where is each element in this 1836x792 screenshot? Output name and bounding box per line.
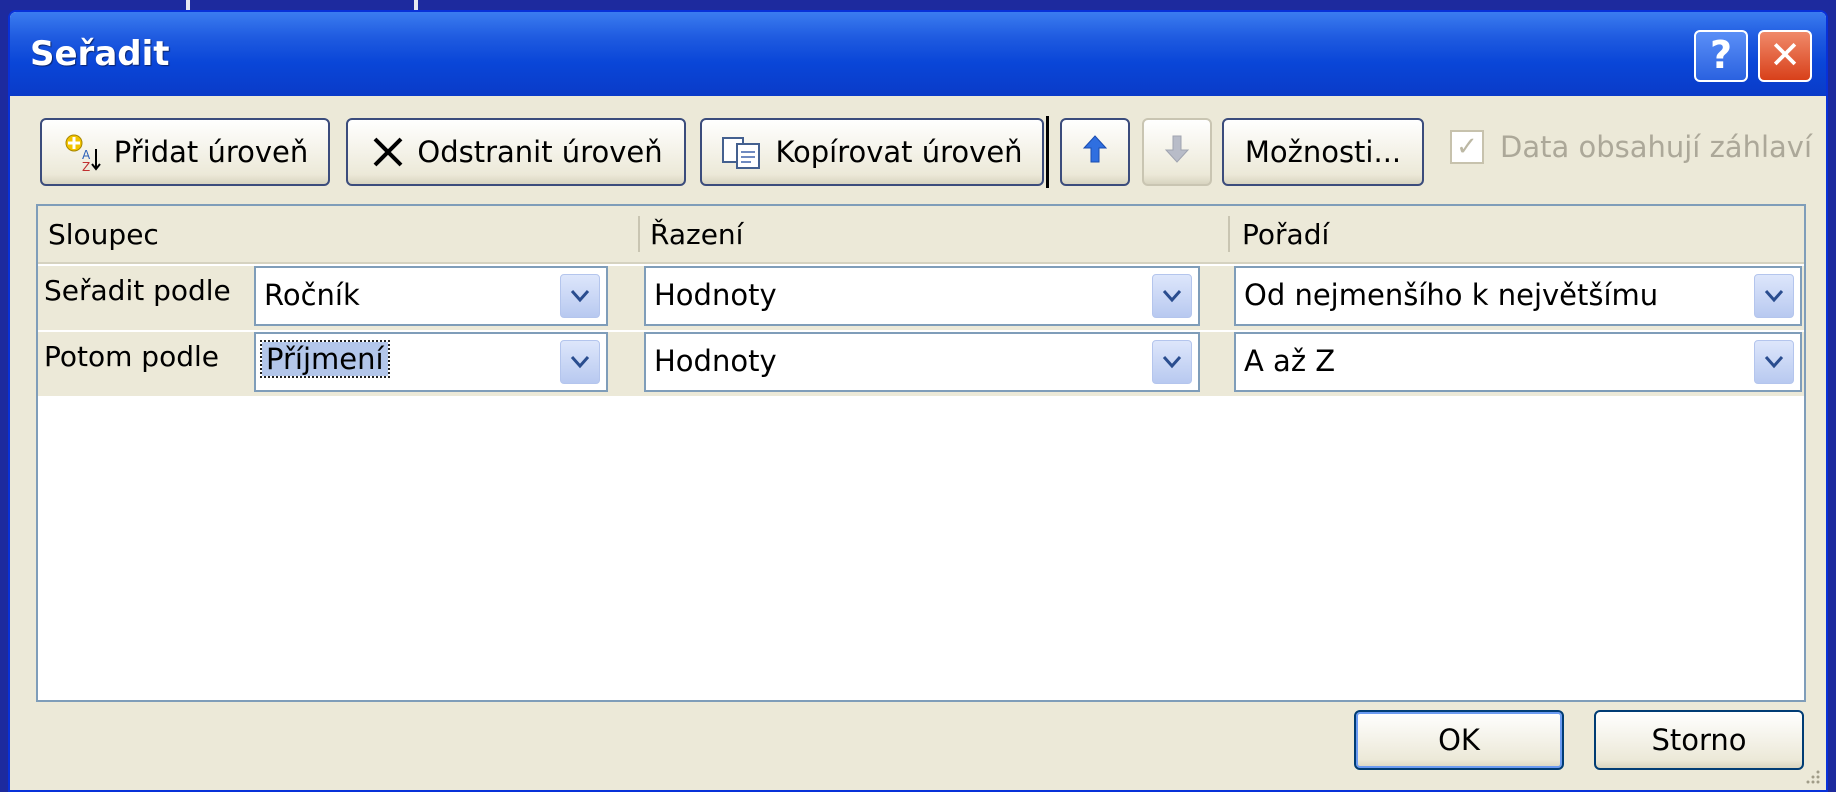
- help-button[interactable]: ?: [1694, 30, 1748, 82]
- delete-level-button[interactable]: Odstranit úroveň: [346, 118, 686, 186]
- row-label: Potom podle: [44, 340, 219, 373]
- sort-level-row[interactable]: Potom podle Příjmení Hodnoty A až Z: [38, 332, 1804, 396]
- order-select[interactable]: Od nejmenšího k největšímu: [1234, 266, 1802, 326]
- order-select[interactable]: A až Z: [1234, 332, 1802, 392]
- copy-icon: [721, 134, 765, 170]
- column-header-column: Sloupec: [48, 218, 159, 251]
- chevron-down-icon[interactable]: [1754, 274, 1794, 318]
- add-level-button[interactable]: A Z Přidat úroveň: [40, 118, 330, 186]
- column-divider[interactable]: [1228, 216, 1230, 252]
- order-select-value: A až Z: [1244, 344, 1336, 378]
- chevron-down-icon[interactable]: [560, 340, 600, 384]
- window-title: Seřadit: [30, 34, 170, 74]
- title-bar[interactable]: Seřadit ? ✕: [10, 12, 1826, 96]
- cancel-button[interactable]: Storno: [1594, 710, 1804, 770]
- resize-grip-icon[interactable]: [1802, 766, 1822, 786]
- ok-label: OK: [1438, 723, 1480, 757]
- sort-on-select[interactable]: Hodnoty: [644, 332, 1200, 392]
- sort-on-select-value: Hodnoty: [654, 344, 777, 378]
- chevron-down-icon[interactable]: [560, 274, 600, 318]
- sort-on-select[interactable]: Hodnoty: [644, 266, 1200, 326]
- ok-button[interactable]: OK: [1354, 710, 1564, 770]
- column-select[interactable]: Ročník: [254, 266, 608, 326]
- chevron-down-icon[interactable]: [1152, 340, 1192, 384]
- options-button[interactable]: Možnosti...: [1222, 118, 1424, 186]
- copy-level-label: Kopírovat úroveň: [775, 135, 1023, 169]
- options-label: Možnosti...: [1244, 135, 1402, 169]
- move-down-button[interactable]: [1142, 118, 1212, 186]
- column-select-value: Příjmení: [260, 340, 390, 378]
- column-divider[interactable]: [638, 216, 640, 252]
- close-button[interactable]: ✕: [1758, 30, 1812, 82]
- delete-icon: [369, 133, 407, 171]
- order-select-value: Od nejmenšího k největšímu: [1244, 278, 1659, 312]
- add-level-icon: A Z: [62, 131, 104, 173]
- headers-checkbox[interactable]: ✓: [1450, 130, 1484, 164]
- arrow-up-icon: [1082, 134, 1108, 171]
- headers-checkbox-group[interactable]: ✓ Data obsahují záhlaví: [1450, 130, 1812, 164]
- row-label: Seřadit podle: [44, 274, 231, 307]
- sort-dialog: Seřadit ? ✕ A Z Přidat úroveň Odstranit …: [8, 10, 1828, 792]
- delete-level-label: Odstranit úroveň: [417, 135, 663, 169]
- sort-level-row[interactable]: Seřadit podle Ročník Hodnoty Od nejmenší…: [38, 266, 1804, 330]
- sort-levels-grid: Sloupec Řazení Pořadí Seřadit podle Ročn…: [36, 204, 1806, 702]
- column-select-value: Ročník: [264, 278, 360, 312]
- move-up-button[interactable]: [1060, 118, 1130, 186]
- sort-on-select-value: Hodnoty: [654, 278, 777, 312]
- cancel-label: Storno: [1651, 723, 1747, 757]
- toolbar-separator: [1046, 116, 1049, 188]
- headers-checkbox-label: Data obsahují záhlaví: [1500, 130, 1813, 164]
- svg-text:Z: Z: [82, 160, 90, 173]
- column-header-sort-on: Řazení: [650, 218, 744, 251]
- add-level-label: Přidat úroveň: [113, 135, 309, 169]
- copy-level-button[interactable]: Kopírovat úroveň: [700, 118, 1044, 186]
- column-header-order: Pořadí: [1242, 218, 1330, 251]
- arrow-down-icon: [1164, 134, 1190, 171]
- chevron-down-icon[interactable]: [1754, 340, 1794, 384]
- grid-header: Sloupec Řazení Pořadí: [38, 206, 1804, 264]
- chevron-down-icon[interactable]: [1152, 274, 1192, 318]
- column-select[interactable]: Příjmení: [254, 332, 608, 392]
